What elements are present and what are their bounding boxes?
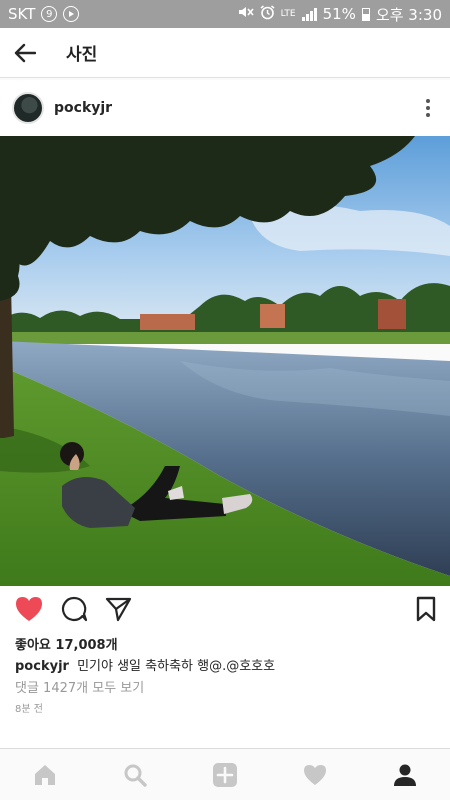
arrow-left-icon [14, 43, 36, 62]
search-icon [124, 764, 147, 787]
comment-bubble-icon [61, 596, 88, 622]
carrier-label: SKT [8, 5, 36, 23]
mute-icon [238, 5, 254, 23]
nav-search[interactable] [113, 753, 157, 797]
more-options-button[interactable] [418, 93, 438, 123]
network-type: LTE [280, 8, 296, 19]
caption-username[interactable]: pockyjr [15, 659, 69, 674]
activity-heart-icon [304, 764, 326, 785]
status-right: LTE 51% 오후 3:30 [238, 4, 442, 25]
heart-filled-icon [16, 597, 42, 621]
post-body: 좋아요 17,008개 pockyjr 민기야 생일 축하축하 행@.@호호호 … [0, 586, 450, 748]
share-button[interactable] [104, 595, 132, 627]
status-bar: SKT 9 LTE 51% 오후 3:30 [0, 0, 450, 28]
far-bank [0, 332, 450, 344]
home-icon [35, 764, 55, 785]
nav-activity[interactable] [293, 753, 337, 797]
battery-percent: 51% [322, 5, 356, 23]
houses [378, 299, 406, 329]
play-icon [63, 6, 80, 22]
signal-icon [301, 7, 317, 21]
bottom-nav [0, 748, 450, 800]
status-left: SKT 9 [8, 5, 80, 23]
nav-add-post[interactable] [203, 753, 247, 797]
view-all-comments-link[interactable]: 댓글 1427개 모두 보기 [0, 678, 450, 700]
alarm-icon [260, 4, 275, 24]
comment-button[interactable] [60, 595, 88, 627]
nav-home[interactable] [23, 753, 67, 797]
post-username[interactable]: pockyjr [54, 100, 112, 116]
likes-number: 17,008개 [55, 638, 118, 653]
likes-count[interactable]: 좋아요 17,008개 [0, 636, 450, 656]
share-paper-plane-icon [105, 597, 132, 622]
more-dot-icon [426, 99, 430, 103]
avatar[interactable] [12, 92, 44, 124]
carrier-badge: 9 [41, 6, 58, 22]
profile-icon [394, 764, 416, 786]
caption: pockyjr 민기야 생일 축하축하 행@.@호호호 [0, 656, 450, 678]
caption-text: 민기야 생일 축하축하 행@.@호호호 [77, 659, 276, 674]
post-header: pockyjr [0, 80, 450, 136]
like-button[interactable] [14, 595, 44, 627]
page-title: 사진 [66, 45, 98, 65]
save-button[interactable] [416, 596, 436, 626]
post-photo[interactable] [0, 136, 450, 586]
more-dot-icon [426, 106, 430, 110]
post-timestamp: 8분 전 [15, 704, 43, 715]
bookmark-icon [416, 596, 436, 622]
clock: 오후 3:30 [375, 5, 442, 24]
likes-label: 좋아요 [15, 638, 51, 653]
nav-profile[interactable] [383, 753, 427, 797]
houses [140, 314, 195, 330]
post-actions [0, 586, 450, 636]
back-button[interactable] [0, 28, 50, 78]
app-header: 사진 [0, 28, 450, 78]
houses [260, 304, 285, 328]
more-dot-icon [426, 113, 430, 117]
battery-icon [361, 7, 370, 21]
add-post-icon [213, 762, 237, 787]
